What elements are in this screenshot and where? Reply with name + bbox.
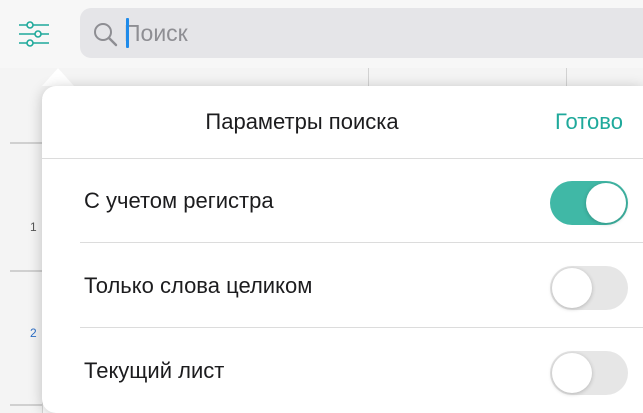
option-row-current-sheet: Текущий лист <box>42 328 643 413</box>
search-toolbar <box>0 0 643 68</box>
whole-words-toggle[interactable] <box>550 266 628 310</box>
search-options-popover: Параметры поиска Готово С учетом регистр… <box>42 86 643 413</box>
current-sheet-toggle[interactable] <box>550 351 628 395</box>
row-divider <box>10 142 42 144</box>
toggle-knob <box>552 268 592 308</box>
row-divider <box>10 270 42 272</box>
option-row-case-sensitive: С учетом регистра <box>42 158 643 243</box>
toggle-knob <box>586 183 626 223</box>
done-button[interactable]: Готово <box>555 86 623 158</box>
option-label: Только слова целиком <box>84 273 313 298</box>
search-field[interactable] <box>80 8 643 58</box>
row-header-bar: 1 2 <box>0 98 43 413</box>
search-options-button[interactable] <box>16 16 52 52</box>
search-input[interactable] <box>124 17 604 49</box>
option-label: С учетом регистра <box>84 188 274 213</box>
popover-title: Параметры поиска <box>205 109 399 134</box>
text-caret <box>126 18 129 48</box>
option-label: Текущий лист <box>84 358 225 383</box>
row-divider <box>10 404 42 406</box>
toggle-knob <box>552 353 592 393</box>
row-number[interactable]: 2 <box>30 326 37 340</box>
magnifier-icon <box>94 23 118 47</box>
sliders-icon <box>19 21 49 47</box>
popover-arrow <box>42 68 74 86</box>
popover-header: Параметры поиска Готово <box>42 86 643 159</box>
option-row-whole-words: Только слова целиком <box>42 243 643 328</box>
row-number[interactable]: 1 <box>30 220 37 234</box>
case-sensitive-toggle[interactable] <box>550 181 628 225</box>
